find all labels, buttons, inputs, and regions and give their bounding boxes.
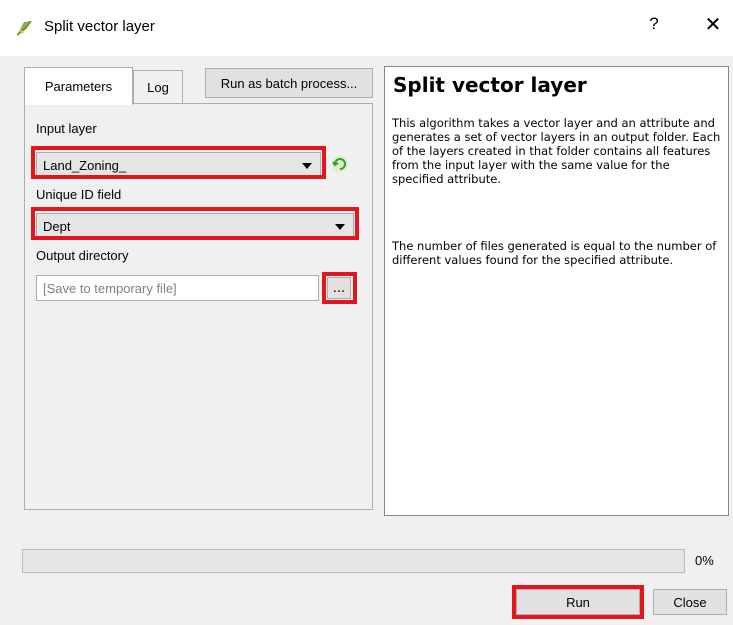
dialog-window: Split vector layer ? ✕ Parameters Log Ru… — [0, 0, 733, 625]
input-layer-label: Input layer — [36, 121, 97, 136]
close-window-button[interactable]: ✕ — [701, 12, 725, 37]
progress-bar — [22, 549, 685, 573]
run-button[interactable]: Run — [516, 589, 640, 615]
help-description: This algorithm takes a vector layer and … — [392, 116, 721, 186]
title-bar: Split vector layer ? ✕ — [0, 0, 733, 56]
qgis-icon — [14, 18, 34, 38]
unique-id-field-select[interactable]: Dept — [36, 213, 354, 239]
help-description-files: The number of files generated is equal t… — [392, 239, 717, 267]
output-directory-label: Output directory — [36, 248, 129, 263]
chevron-down-icon — [335, 224, 345, 230]
run-as-batch-process-button[interactable]: Run as batch process... — [205, 68, 373, 98]
window-title: Split vector layer — [44, 18, 155, 35]
help-title: Split vector layer — [393, 73, 587, 97]
chevron-down-icon — [302, 163, 312, 169]
tab-log[interactable]: Log — [133, 70, 183, 103]
browse-button[interactable]: ... — [327, 277, 351, 299]
unique-id-field-label: Unique ID field — [36, 187, 122, 202]
help-button[interactable]: ? — [644, 14, 664, 34]
input-layer-value: Land_Zoning_ — [43, 157, 127, 173]
tab-parameters[interactable]: Parameters — [24, 67, 133, 105]
progress-percent: 0% — [695, 553, 714, 568]
close-button[interactable]: Close — [653, 589, 727, 615]
help-panel: Split vector layer This algorithm takes … — [384, 66, 729, 516]
input-layer-select[interactable]: Land_Zoning_ — [36, 152, 321, 178]
unique-id-field-value: Dept — [43, 218, 71, 234]
output-directory-input[interactable] — [36, 275, 319, 301]
refresh-icon[interactable] — [327, 152, 353, 176]
